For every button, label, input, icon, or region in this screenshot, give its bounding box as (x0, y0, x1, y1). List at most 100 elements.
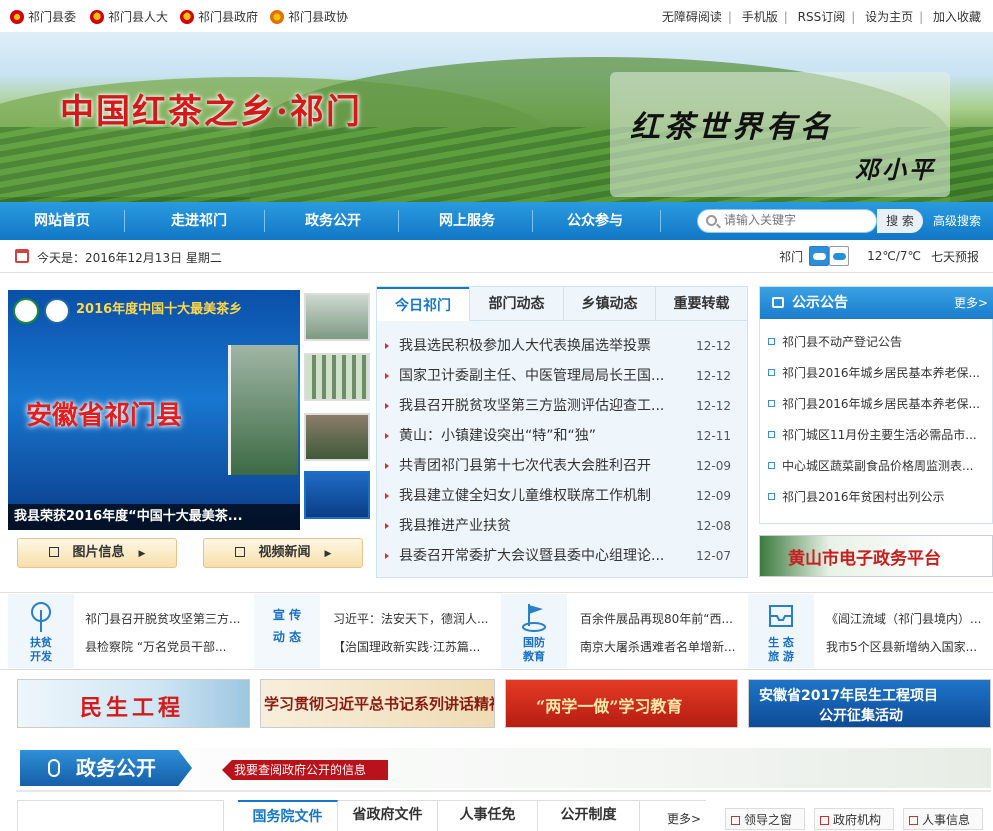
topic-strip (0, 592, 993, 670)
topic-news-item[interactable]: 习近平：法安天下，德润人... (333, 610, 495, 627)
tab-reprints[interactable]: 重要转载 (655, 287, 747, 321)
tab-today[interactable]: 今日祁门 (377, 287, 469, 321)
tab-disclosure-rules[interactable]: 公开制度 (538, 800, 640, 831)
header-banner: 中国红茶之乡·祁门 红茶世界有名 邓小平 (0, 32, 993, 202)
advanced-search-link[interactable]: 高级搜索 (933, 202, 981, 240)
huangshan-egov-banner[interactable]: 黄山市电子政务平台 (759, 535, 993, 577)
notice-item[interactable]: 中心城区蔬菜副食品价格周监测表... (768, 451, 990, 482)
news-item[interactable]: 我县推进产业扶贫 12-08 (385, 511, 741, 541)
news-panel: 今日祁门 部门动态 乡镇动态 重要转载 我县选民积极参加人大代表换届选举投票 12… (376, 286, 748, 578)
slide-thumbnail-active[interactable] (304, 471, 370, 519)
flag-icon (522, 604, 546, 632)
tab-department-news[interactable]: 部门动态 (469, 287, 563, 321)
video-news-button[interactable]: 视频新闻 ▶ (203, 538, 363, 568)
arrow-right-icon: ▶ (324, 549, 332, 559)
divider (16, 790, 991, 792)
notice-header: 公示公告 更多> (760, 287, 993, 319)
news-item[interactable]: 我县建立健全妇女儿童维权联席工作机制 12-09 (385, 481, 741, 511)
notice-more-link[interactable]: 更多> (954, 287, 988, 319)
rain-cloud-icon (809, 246, 830, 266)
notice-item[interactable]: 祁门县不动产登记公告 (768, 327, 990, 358)
banner-title: 中国红茶之乡·祁门 (60, 92, 362, 132)
top-bar: 祁门县委 祁门县人大 祁门县政府 祁门县政协 无障碍阅读 | 手机版 | RSS订阅… (0, 0, 993, 32)
slide-thumbnail[interactable] (304, 353, 370, 401)
topic-news-item[interactable]: 我市5个区县新增纳入国家... (826, 638, 988, 655)
nav-item-participation[interactable]: 公众参与 (530, 202, 660, 240)
promo-anhui-2017-project[interactable]: 安徽省2017年民生工程项目 公开征集活动 (748, 679, 991, 728)
personnel-info-link[interactable]: 人事信息 (903, 808, 983, 830)
search-box (697, 209, 877, 233)
topic-poverty-alleviation[interactable]: 扶贫 开发 (8, 594, 74, 668)
top-link-npc[interactable]: 祁门县人大 (90, 8, 168, 25)
tree-icon (31, 602, 51, 632)
nav-item-online-service[interactable]: 网上服务 (402, 202, 532, 240)
accessibility-link[interactable]: 无障碍阅读 (662, 10, 722, 24)
calligraphy-text: 红茶世界有名 (630, 110, 834, 145)
slide-headline: 2016年度中国十大最美茶乡 (76, 302, 243, 317)
nav-item-gov-affairs[interactable]: 政务公开 (268, 202, 398, 240)
news-item[interactable]: 共青团祁门县第十七次代表大会胜利召开 12-09 (385, 451, 741, 481)
topic-news-item[interactable]: 百余件展品再现80年前“西... (580, 610, 742, 627)
leader-window-link[interactable]: 领导之窗 (725, 808, 805, 830)
top-right-links: 无障碍阅读 | 手机版 | RSS订阅 | 设为主页 | 加入收藏 (661, 10, 981, 24)
calendar-icon (15, 249, 29, 263)
topic-news-item[interactable]: 县检察院 “万名党员干部... (85, 638, 247, 655)
notice-item[interactable]: 祁门城区11月份主要生活必需品市... (768, 420, 990, 451)
gov-agencies-link[interactable]: 政府机构 (814, 808, 894, 830)
microphone-icon (48, 759, 60, 777)
topic-news-item[interactable]: 祁门县召开脱贫攻坚第三方... (85, 610, 247, 627)
film-icon (234, 547, 245, 557)
weather-city: 祁门 (779, 249, 804, 264)
topic-news-item[interactable]: 南京大屠杀遇难者名单增新... (580, 638, 742, 655)
nav-item-home[interactable]: 网站首页 (0, 202, 124, 240)
main-nav: 网站首页 走进祁门 政务公开 网上服务 公众参与 搜 索 高级搜索 (0, 202, 993, 240)
topic-eco-tourism[interactable]: 生 态旅 游 (748, 594, 814, 668)
inbox-icon (769, 605, 793, 627)
tab-state-council-docs[interactable]: 国务院文件 (238, 800, 338, 831)
news-item[interactable]: 县委召开常委扩大会议暨县委中心组理论... 12-07 (385, 541, 741, 571)
news-item[interactable]: 我县召开脱贫攻坚第三方监测评估迎查工... 12-12 (385, 391, 741, 421)
party-emblem-icon (10, 9, 24, 24)
seven-day-forecast-link[interactable]: 七天预报 (931, 248, 979, 265)
picture-info-button[interactable]: 图片信息 ▶ (17, 538, 177, 568)
tab-provincial-docs[interactable]: 省政府文件 (338, 800, 438, 831)
topic-publicity[interactable]: 宣 传动 态 (254, 594, 320, 668)
promo-livelihood-project[interactable]: 民生工程 (17, 679, 250, 728)
photo-slideshow[interactable]: 2016年度中国十大最美茶乡 安徽省祁门县 我县荣获2016年度“中国十大最美茶… (8, 290, 300, 530)
mobile-link[interactable]: 手机版 (742, 10, 778, 24)
nav-item-about[interactable]: 走进祁门 (134, 202, 264, 240)
date-bar: 今天是：2016年12月13日 星期二 祁门 12℃/7℃ 七天预报 (0, 240, 993, 273)
promo-study-speeches[interactable]: 学习贯彻习近平总书记系列讲话精神 (260, 679, 495, 728)
slide-thumbnail[interactable] (304, 293, 370, 341)
search-button[interactable]: 搜 索 (877, 209, 923, 233)
notice-item[interactable]: 祁门县2016年城乡居民基本养老保... (768, 389, 990, 420)
topic-news-item[interactable]: 【治国理政新实践·江苏篇... (333, 638, 495, 655)
news-item[interactable]: 国家卫计委副主任、中医管理局局长王国... 12-12 (385, 361, 741, 391)
top-link-government[interactable]: 祁门县政府 (180, 8, 258, 25)
rss-link[interactable]: RSS订阅 (798, 10, 846, 24)
picture-icon (48, 547, 59, 557)
set-homepage-link[interactable]: 设为主页 (865, 10, 913, 24)
gov-info-request-link[interactable]: 我要查阅政府公开的信息 (222, 760, 388, 780)
slide-thumbnail[interactable] (304, 413, 370, 461)
topic-national-defense[interactable]: 国防 教育 (501, 594, 567, 668)
news-item[interactable]: 我县选民积极参加人大代表换届选举投票 12-12 (385, 331, 741, 361)
tea-logo-icon (13, 298, 39, 324)
notice-title: 公示公告 (792, 295, 848, 311)
notice-item[interactable]: 祁门县2016年贫困村出列公示 (768, 482, 990, 513)
add-favorite-link[interactable]: 加入收藏 (933, 10, 981, 24)
news-item[interactable]: 黄山：小镇建设突出“特”和“独” 12-11 (385, 421, 741, 451)
gov-more-link[interactable]: 更多> (667, 810, 701, 827)
tab-township-news[interactable]: 乡镇动态 (563, 287, 655, 321)
top-link-cppcc[interactable]: 祁门县政协 (270, 8, 348, 25)
search-input[interactable] (724, 213, 874, 227)
notice-item[interactable]: 祁门县2016年城乡居民基本养老保... (768, 358, 990, 389)
gov-side-box (17, 800, 224, 831)
promo-two-studies[interactable]: “两学一做”学习教育 (505, 679, 738, 728)
top-link-party-committee[interactable]: 祁门县委 (10, 8, 76, 25)
search-icon (706, 215, 717, 226)
slide-big-text: 安徽省祁门县 (26, 401, 183, 431)
slide-caption[interactable]: 我县荣获2016年度“中国十大最美茶... (8, 504, 300, 530)
topic-news-item[interactable]: 《阊江流域（祁门县境内）... (826, 610, 988, 627)
tab-personnel-appointments[interactable]: 人事任免 (438, 800, 538, 831)
